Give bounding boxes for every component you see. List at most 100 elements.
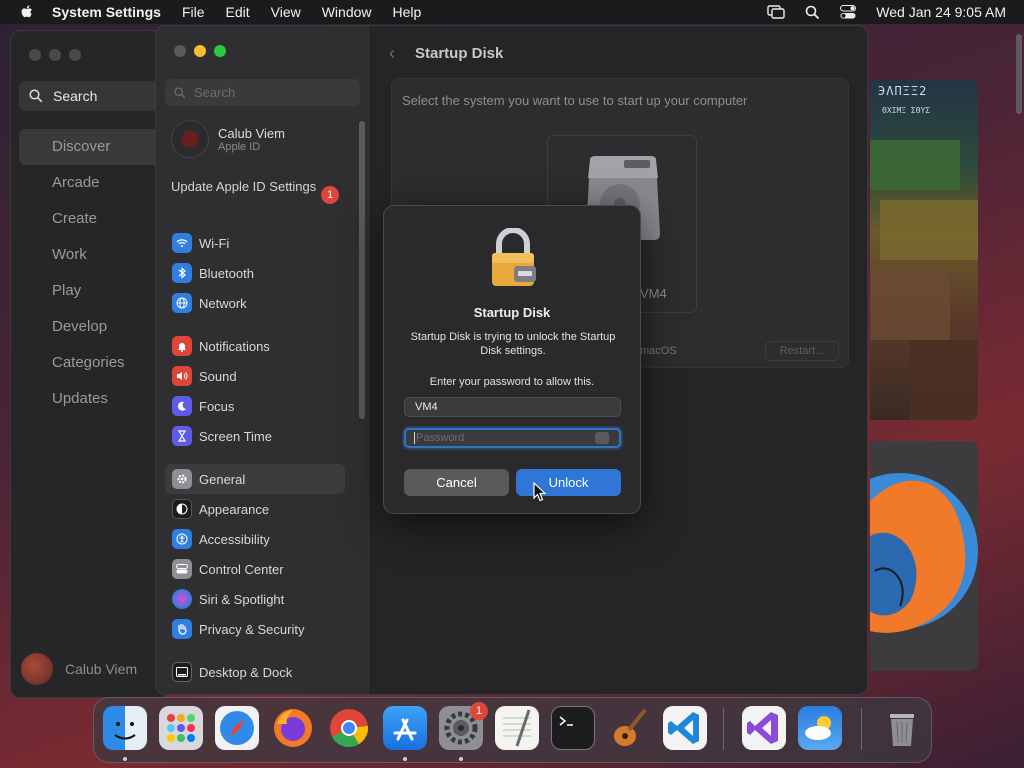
textedit-icon[interactable] — [495, 706, 539, 750]
dialog-message: Startup Disk is trying to unlock the Sta… — [410, 331, 616, 357]
window-controls[interactable] — [29, 49, 81, 61]
password-field[interactable]: Password — [404, 428, 621, 448]
app-store-account[interactable]: Calub Viem — [21, 653, 137, 685]
username-field[interactable]: VM4 — [404, 397, 621, 417]
running-indicator — [123, 757, 127, 761]
dialog-title: Startup Disk — [473, 305, 551, 320]
dock: 1 — [93, 697, 932, 763]
nav-categories[interactable]: Categories — [19, 345, 169, 381]
sidebar-item-label: Screen Time — [199, 428, 272, 444]
chrome-icon[interactable] — [327, 706, 371, 750]
window-controls[interactable] — [174, 45, 226, 57]
minimize-button[interactable] — [194, 45, 206, 57]
sidebar-item-label: General — [199, 471, 246, 487]
featured-artwork-2[interactable] — [870, 441, 978, 671]
menu-app-name[interactable]: System Settings — [52, 4, 161, 20]
dock-separator — [723, 708, 724, 750]
control-center-icon — [172, 559, 192, 579]
vscode-icon[interactable] — [663, 706, 707, 750]
update-label: Update Apple ID Settings — [171, 179, 317, 194]
weather-icon[interactable] — [798, 706, 842, 750]
sidebar-item-bluetooth[interactable]: Bluetooth — [165, 258, 345, 288]
artwork-crates-image — [870, 140, 978, 420]
launchpad-icon[interactable] — [159, 706, 203, 750]
cancel-button[interactable]: Cancel — [404, 469, 509, 496]
sidebar-item-privacy-security[interactable]: Privacy & Security — [165, 614, 345, 644]
sidebar-item-network[interactable]: Network — [165, 288, 345, 318]
nav-play[interactable]: Play — [19, 273, 169, 309]
avatar — [171, 120, 209, 158]
sidebar-item-control-center[interactable]: Control Center — [165, 554, 345, 584]
settings-sidebar: Search Calub Viem Apple ID Update Apple … — [156, 26, 371, 694]
sidebar-item-screen-time[interactable]: Screen Time — [165, 421, 345, 451]
trash-icon[interactable] — [880, 706, 924, 750]
account-name: Calub Viem — [65, 661, 138, 677]
terminal-icon[interactable] — [551, 706, 595, 750]
visual-studio-icon[interactable] — [742, 706, 786, 750]
sidebar-item-label: Accessibility — [199, 531, 270, 547]
apple-id-profile[interactable]: Calub Viem Apple ID — [171, 120, 285, 158]
sidebar-scrollbar[interactable] — [359, 121, 365, 419]
app-store-icon[interactable] — [383, 706, 427, 750]
unlock-button[interactable]: Unlock — [516, 469, 621, 496]
text-caret — [414, 432, 415, 445]
menu-view[interactable]: View — [271, 4, 301, 20]
startup-instruction: Select the system you want to use to sta… — [402, 93, 748, 108]
screen-mirroring-icon[interactable] — [767, 5, 785, 19]
running-indicator — [403, 757, 407, 761]
sidebar-item-siri-spotlight[interactable]: Siri & Spotlight — [165, 584, 345, 614]
sidebar-item-label: Appearance — [199, 501, 270, 517]
sidebar-item-focus[interactable]: Focus — [165, 391, 345, 421]
sidebar-item-accessibility[interactable]: Accessibility — [165, 524, 345, 554]
control-center-icon[interactable] — [840, 5, 857, 19]
featured-artwork-1[interactable]: ЭΛΠΞΞ2 ΘΧΙΜΞ ΣΘΥΣ — [870, 80, 978, 420]
nav-discover[interactable]: Discover — [19, 129, 169, 165]
nav-develop[interactable]: Develop — [19, 309, 169, 345]
search-icon — [174, 86, 186, 98]
dock-separator — [861, 708, 862, 750]
bell-icon — [172, 336, 192, 356]
menu-file[interactable]: File — [182, 4, 205, 20]
sidebar-item-appearance[interactable]: Appearance — [165, 494, 345, 524]
sidebar-item-wifi[interactable]: Wi-Fi — [165, 228, 345, 258]
sidebar-item-label: Sound — [199, 368, 237, 384]
update-apple-id-item[interactable]: Update Apple ID Settings 1 — [171, 179, 341, 204]
firefox-artwork-image — [870, 473, 978, 633]
close-button[interactable] — [174, 45, 186, 57]
nav-updates[interactable]: Updates — [19, 381, 169, 417]
sidebar-item-label: Siri & Spotlight — [199, 591, 285, 607]
menu-edit[interactable]: Edit — [226, 4, 250, 20]
menu-help[interactable]: Help — [393, 4, 422, 20]
safari-icon[interactable] — [215, 706, 259, 750]
settings-search-input[interactable]: Search — [165, 79, 360, 106]
apple-menu-icon[interactable] — [18, 3, 36, 21]
sidebar-item-notifications[interactable]: Notifications — [165, 331, 345, 361]
accessibility-icon — [172, 529, 192, 549]
lock-icon — [492, 228, 536, 286]
search-icon — [29, 89, 43, 103]
restart-button[interactable]: Restart... — [765, 341, 839, 361]
page-scrollbar[interactable] — [1016, 34, 1022, 114]
sidebar-group-notifications: Notifications Sound Focus Screen Time — [165, 331, 345, 451]
app-store-nav: Discover Arcade Create Work Play Develop… — [19, 129, 169, 417]
zoom-button[interactable] — [214, 45, 226, 57]
nav-create[interactable]: Create — [19, 201, 169, 237]
back-chevron-icon[interactable]: ‹ — [389, 43, 395, 64]
sidebar-item-general[interactable]: General — [165, 464, 345, 494]
menu-window[interactable]: Window — [322, 4, 372, 20]
profile-name: Calub Viem — [218, 125, 285, 141]
app-store-search[interactable]: Search — [19, 81, 169, 111]
garageband-icon[interactable] — [607, 706, 651, 750]
keyboard-icon — [595, 432, 609, 444]
firefox-icon[interactable] — [271, 706, 315, 750]
sidebar-item-sound[interactable]: Sound — [165, 361, 345, 391]
sidebar-item-label: Focus — [199, 398, 235, 414]
nav-work[interactable]: Work — [19, 237, 169, 273]
finder-icon[interactable] — [103, 706, 147, 750]
sidebar-item-label: Wi-Fi — [199, 235, 230, 251]
spotlight-search-icon[interactable] — [805, 5, 820, 20]
update-badge: 1 — [321, 186, 339, 204]
sidebar-item-desktop-dock[interactable]: Desktop & Dock — [165, 657, 345, 687]
nav-arcade[interactable]: Arcade — [19, 165, 169, 201]
menu-clock[interactable]: Wed Jan 24 9:05 AM — [876, 4, 1006, 20]
